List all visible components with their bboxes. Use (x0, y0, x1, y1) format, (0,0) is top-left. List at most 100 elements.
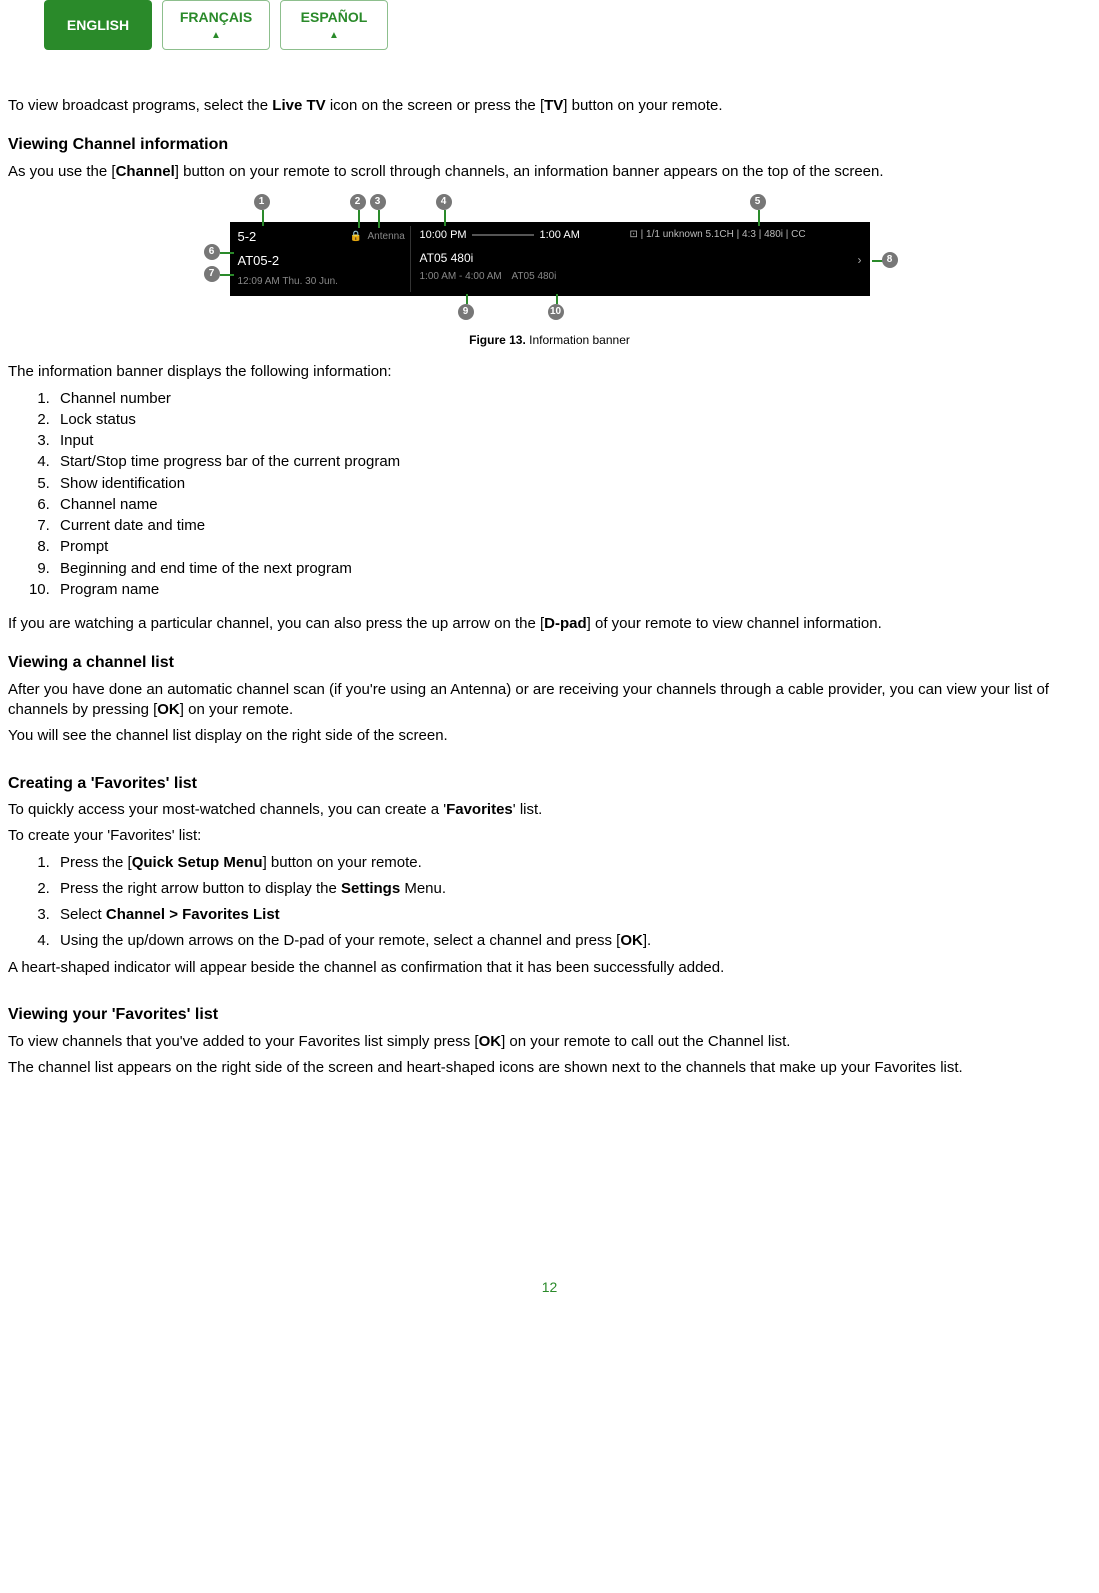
list-item: Press the right arrow button to display … (54, 879, 1091, 899)
tab-espanol[interactable]: ESPAÑOL ▲ (280, 0, 388, 50)
info-banner: 5-2 AT05-2 12:09 AM Thu. 30 Jun. 🔒 Anten… (230, 222, 870, 296)
caption-bold: Figure 13. (469, 333, 526, 347)
info-banner-diagram: 5-2 AT05-2 12:09 AM Thu. 30 Jun. 🔒 Anten… (200, 192, 900, 322)
text: As you use the [ (8, 163, 116, 180)
sec4-p2: The channel list appears on the right si… (8, 1058, 1091, 1078)
text: ] on your remote to call out the Channel… (501, 1033, 790, 1050)
favorites-steps: Press the [Quick Setup Menu] button on y… (8, 853, 1091, 952)
lock-icon: 🔒 (350, 230, 362, 244)
callout-4: 4 (436, 194, 452, 210)
heading-viewing-favorites: Viewing your 'Favorites' list (8, 1004, 1091, 1026)
intro-text: To view broadcast programs, select the L… (8, 96, 1091, 116)
page-number: 12 (8, 1278, 1091, 1297)
bold-text: OK (157, 701, 180, 718)
bold-text: Live TV (272, 97, 325, 114)
tab-label: FRANÇAIS (180, 8, 252, 27)
bold-text: OK (620, 932, 643, 949)
figure-13: 5-2 AT05-2 12:09 AM Thu. 30 Jun. 🔒 Anten… (8, 192, 1091, 348)
end-time: 1:00 AM (540, 228, 580, 243)
list-item: Show identification (54, 474, 1091, 494)
callout-9: 9 (458, 304, 474, 320)
callout-3: 3 (370, 194, 386, 210)
info-banner-legend: Channel number Lock status Input Start/S… (8, 389, 1091, 601)
list-item: Press the [Quick Setup Menu] button on y… (54, 853, 1091, 873)
sec3-p2: To create your 'Favorites' list: (8, 826, 1091, 846)
progress-bar (472, 234, 534, 236)
text: ' list. (513, 801, 543, 818)
page-content: To view broadcast programs, select the L… (8, 96, 1091, 1297)
language-tabs: ENGLISH FRANÇAIS ▲ ESPAÑOL ▲ (8, 0, 1091, 90)
callout-10: 10 (548, 304, 564, 320)
bold-text: Channel > Favorites List (106, 906, 280, 923)
bold-text: OK (479, 1033, 502, 1050)
sec2-p2: You will see the channel list display on… (8, 726, 1091, 746)
text: Select (60, 906, 106, 923)
callout-7: 7 (204, 266, 220, 282)
current-datetime: 12:09 AM Thu. 30 Jun. (238, 275, 388, 289)
dpad-text: If you are watching a particular channel… (8, 614, 1091, 634)
chevron-up-icon: ▲ (211, 29, 221, 43)
heading-viewing-channel-list: Viewing a channel list (8, 652, 1091, 674)
text: Press the right arrow button to display … (60, 880, 341, 897)
next-time: 1:00 AM - 4:00 AM (420, 270, 502, 284)
text: To quickly access your most-watched chan… (8, 801, 446, 818)
channel-name: AT05-2 (238, 252, 388, 270)
chevron-right-icon: › (858, 252, 862, 268)
callout-8: 8 (882, 252, 898, 268)
list-item: Prompt (54, 537, 1091, 557)
text: Menu. (400, 880, 446, 897)
list-item: Channel number (54, 389, 1091, 409)
callout-1: 1 (254, 194, 270, 210)
tab-label: ENGLISH (67, 16, 129, 35)
text: ] button on your remote to scroll throug… (175, 163, 884, 180)
heading-creating-favorites: Creating a 'Favorites' list (8, 773, 1091, 795)
list-item: Channel name (54, 495, 1091, 515)
bold-text: TV (544, 97, 563, 114)
bold-text: Settings (341, 880, 400, 897)
text: Press the [ (60, 854, 132, 871)
tab-francais[interactable]: FRANÇAIS ▲ (162, 0, 270, 50)
text: To view channels that you've added to yo… (8, 1033, 479, 1050)
list-item: Lock status (54, 410, 1091, 430)
text: ]. (643, 932, 651, 949)
callout-6: 6 (204, 244, 220, 260)
bold-text: Quick Setup Menu (132, 854, 263, 871)
text: ] button on your remote. (563, 97, 722, 114)
show-identification: ⊡ | 1/1 unknown 5.1CH | 4:3 | 480i | CC (630, 228, 806, 242)
sec4-p1: To view channels that you've added to yo… (8, 1032, 1091, 1052)
sec3-p3: A heart-shaped indicator will appear bes… (8, 958, 1091, 978)
bold-text: D-pad (544, 615, 587, 632)
tab-english[interactable]: ENGLISH (44, 0, 152, 50)
sec3-p1: To quickly access your most-watched chan… (8, 800, 1091, 820)
callout-5: 5 (750, 194, 766, 210)
list-item: Start/Stop time progress bar of the curr… (54, 452, 1091, 472)
figure-caption: Figure 13. Information banner (8, 332, 1091, 348)
next-program-name: AT05 480i (512, 270, 557, 284)
sec2-p1: After you have done an automatic channel… (8, 680, 1091, 721)
program-name: AT05 480i (420, 250, 474, 266)
chevron-up-icon: ▲ (329, 29, 339, 43)
list-item: Current date and time (54, 516, 1091, 536)
text: ] on your remote. (180, 701, 293, 718)
sec1-text: As you use the [Channel] button on your … (8, 162, 1091, 182)
list-item: Program name (54, 580, 1091, 600)
tab-label: ESPAÑOL (301, 8, 368, 27)
caption-text: Information banner (526, 333, 630, 347)
text: ] button on your remote. (263, 854, 422, 871)
input-label: Antenna (368, 230, 405, 244)
text: If you are watching a particular channel… (8, 615, 544, 632)
bold-text: Channel (116, 163, 175, 180)
channel-number: 5-2 (238, 228, 388, 246)
text: icon on the screen or press the [ (326, 97, 544, 114)
text: Using the up/down arrows on the D-pad of… (60, 932, 620, 949)
list-item: Input (54, 431, 1091, 451)
callout-2: 2 (350, 194, 366, 210)
list-item: Using the up/down arrows on the D-pad of… (54, 931, 1091, 951)
list-intro: The information banner displays the foll… (8, 362, 1091, 382)
text: ] of your remote to view channel informa… (587, 615, 882, 632)
list-item: Beginning and end time of the next progr… (54, 559, 1091, 579)
heading-viewing-channel-info: Viewing Channel information (8, 134, 1091, 156)
list-item: Select Channel > Favorites List (54, 905, 1091, 925)
divider (410, 226, 411, 292)
text: To view broadcast programs, select the (8, 97, 272, 114)
